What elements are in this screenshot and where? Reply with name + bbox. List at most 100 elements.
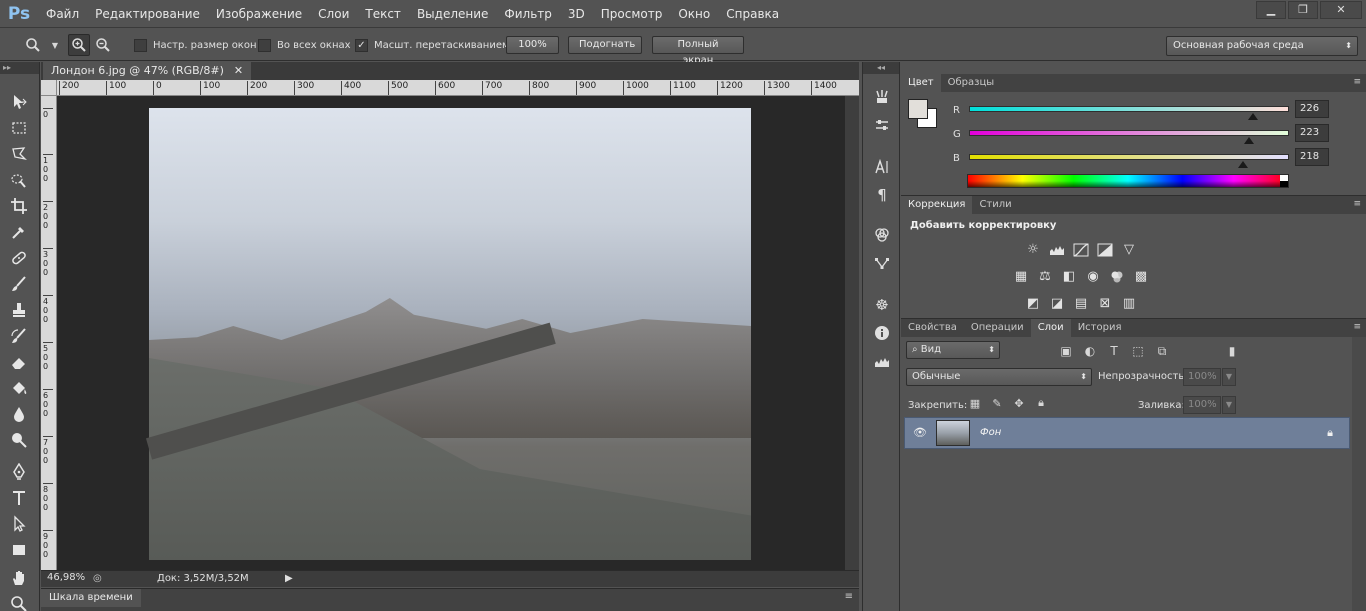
eraser-tool-icon[interactable] [4, 350, 34, 374]
zoom-tool-preset-icon[interactable] [22, 34, 44, 56]
lock-transparency-icon[interactable]: ▦ [968, 396, 982, 410]
clone-stamp-icon[interactable] [4, 298, 34, 322]
black-white-swatch[interactable] [1280, 175, 1288, 187]
menu-type[interactable]: Текст [357, 0, 409, 28]
menu-layers[interactable]: Слои [310, 0, 357, 28]
ruler-origin[interactable] [41, 80, 57, 96]
scrubby-zoom-checkbox[interactable]: ✓ [355, 38, 368, 52]
color-balance-icon[interactable]: ⚖ [1036, 269, 1054, 285]
layers-list-empty-area[interactable] [904, 450, 1350, 610]
pen-tool-icon[interactable] [4, 460, 34, 484]
layer-name[interactable]: Фон [980, 427, 1001, 438]
panel-menu-icon[interactable]: ≡ [1353, 199, 1361, 209]
exposure-icon[interactable] [1096, 242, 1114, 258]
tab-properties[interactable]: Свойства [901, 319, 964, 337]
black-white-icon[interactable]: ◧ [1060, 269, 1078, 285]
invert-icon[interactable]: ◩ [1024, 296, 1042, 312]
menu-window[interactable]: Окно [670, 0, 718, 28]
layer-row-background[interactable]: 👁︎ Фон 🔒︎ [904, 417, 1350, 449]
brush-presets-icon[interactable] [870, 86, 894, 108]
pixel-filter-icon[interactable]: ▣ [1058, 343, 1074, 359]
blue-slider[interactable] [969, 154, 1289, 160]
menu-edit[interactable]: Редактирование [87, 0, 208, 28]
tab-color[interactable]: Цвет [901, 74, 941, 92]
type-tool-icon[interactable] [4, 486, 34, 510]
type-filter-icon[interactable]: T [1106, 343, 1122, 359]
workspace-select[interactable]: Основная рабочая среда ⬍ [1166, 36, 1358, 56]
fit-screen-button[interactable]: Подогнать [568, 36, 642, 54]
menu-file[interactable]: Файл [38, 0, 87, 28]
green-slider-thumb[interactable] [1244, 137, 1254, 144]
photo-filter-icon[interactable]: ◉ [1084, 269, 1102, 285]
lock-all-icon[interactable]: 🔒︎ [1034, 396, 1048, 410]
status-icon[interactable]: ◎ [93, 573, 102, 584]
rectangular-marquee-icon[interactable] [4, 116, 34, 140]
rectangle-tool-icon[interactable] [4, 538, 34, 562]
zoom-level[interactable]: 46,98% [47, 572, 85, 583]
resize-windows-option[interactable]: Настр. размер окон [134, 29, 257, 61]
restore-button[interactable]: ❐ [1288, 1, 1318, 19]
zoom-100-button[interactable]: 100% [506, 36, 559, 54]
menu-help[interactable]: Справка [718, 0, 787, 28]
lock-image-pixels-icon[interactable]: ✎ [990, 396, 1004, 410]
brush-tool-icon[interactable] [4, 272, 34, 296]
posterize-icon[interactable]: ◪ [1048, 296, 1066, 312]
shape-filter-icon[interactable]: ⬚ [1130, 343, 1146, 359]
all-windows-option[interactable]: Во всех окнах [258, 29, 351, 61]
curves-icon[interactable] [1072, 242, 1090, 258]
panel-menu-icon[interactable]: ≡ [1353, 77, 1361, 87]
channels-panel-icon[interactable] [870, 224, 894, 246]
dock-collapse-icon[interactable]: ◂◂ [863, 62, 899, 74]
color-lookup-icon[interactable]: ▩ [1132, 269, 1150, 285]
threshold-icon[interactable]: ▤ [1072, 296, 1090, 312]
scrubby-zoom-option[interactable]: ✓ Масшт. перетаскиванием [355, 29, 510, 61]
panel-menu-icon[interactable]: ≡ [845, 591, 853, 602]
paint-bucket-icon[interactable] [4, 376, 34, 400]
chevron-down-icon[interactable]: ▼ [44, 34, 66, 56]
minimize-button[interactable]: ▁ [1256, 1, 1286, 19]
tab-swatches[interactable]: Образцы [941, 74, 1002, 92]
full-screen-button[interactable]: Полный экран [652, 36, 744, 66]
channel-mixer-icon[interactable] [1108, 269, 1126, 285]
blue-value-field[interactable]: 218 [1295, 148, 1329, 166]
red-slider[interactable] [969, 106, 1289, 112]
menu-3d[interactable]: 3D [560, 0, 593, 28]
zoom-tool-icon[interactable] [4, 592, 34, 611]
close-button[interactable]: ✕ [1320, 1, 1362, 19]
foreground-color-swatch[interactable] [908, 99, 928, 119]
timeline-tab[interactable]: Шкала времени [41, 589, 141, 607]
levels-icon[interactable] [1048, 242, 1066, 258]
brush-settings-icon[interactable] [870, 114, 894, 136]
vertical-scrollbar[interactable] [845, 96, 859, 570]
character-panel-icon[interactable] [870, 156, 894, 178]
horizontal-ruler[interactable]: 200 100 0 100 200 300 400 500 600 700 80… [57, 80, 859, 96]
document-tab[interactable]: Лондон 6.jpg @ 47% (RGB/8#) ✕ [43, 62, 252, 80]
all-windows-checkbox[interactable] [258, 38, 271, 52]
paths-panel-icon[interactable] [870, 252, 894, 274]
chevron-down-icon[interactable]: ▼ [1222, 396, 1236, 414]
document-image[interactable] [145, 108, 751, 560]
menu-filter[interactable]: Фильтр [496, 0, 559, 28]
eye-icon[interactable]: 👁︎ [913, 426, 927, 439]
blend-mode-select[interactable]: Обычные ⬍ [906, 368, 1092, 386]
hand-tool-icon[interactable] [4, 566, 34, 590]
path-selection-icon[interactable] [4, 512, 34, 536]
paragraph-panel-icon[interactable]: ¶ [870, 184, 894, 206]
selective-color-icon[interactable]: ⊠ [1096, 296, 1114, 312]
tab-styles[interactable]: Стили [972, 196, 1018, 214]
layer-thumbnail[interactable] [936, 420, 970, 446]
menu-view[interactable]: Просмотр [593, 0, 671, 28]
move-tool-icon[interactable] [4, 90, 34, 114]
blur-tool-icon[interactable] [4, 402, 34, 426]
layer-filter-kind-select[interactable]: ⌕ Вид ⬍ [906, 341, 1000, 359]
navigator-panel-icon[interactable]: ☸ [870, 294, 894, 316]
tab-adjustments[interactable]: Коррекция [901, 196, 973, 214]
filter-toggle-icon[interactable]: ▮ [1224, 343, 1240, 359]
canvas-pasteboard[interactable] [57, 96, 845, 570]
history-brush-icon[interactable] [4, 324, 34, 348]
green-value-field[interactable]: 223 [1295, 124, 1329, 142]
tools-panel-collapse-icon[interactable]: ▸▸ [0, 62, 39, 74]
resize-windows-checkbox[interactable] [134, 38, 147, 52]
gradient-map-icon[interactable]: ▥ [1120, 296, 1138, 312]
brightness-contrast-icon[interactable]: ☼ [1024, 242, 1042, 258]
